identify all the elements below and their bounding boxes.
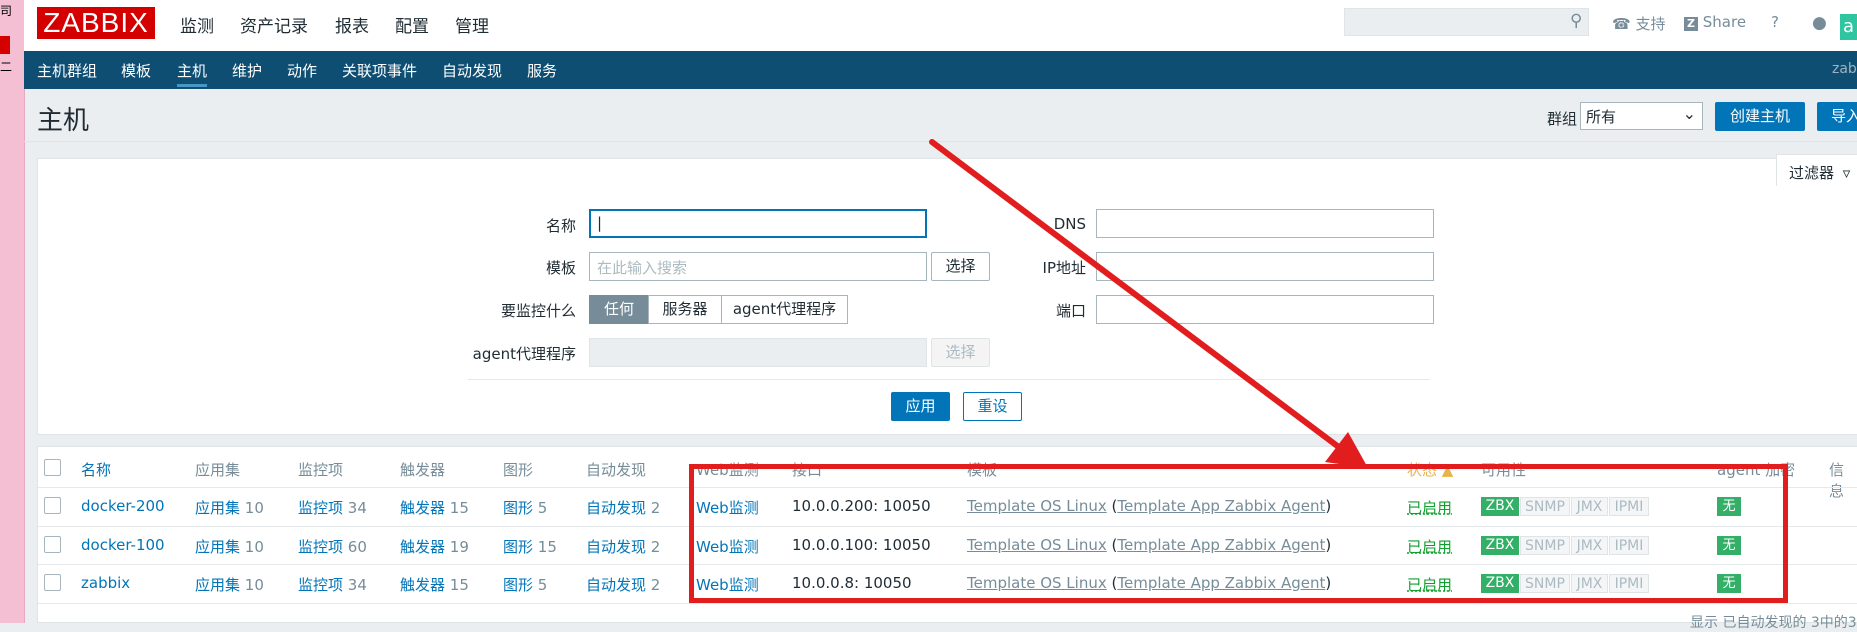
annotation-arrow (929, 139, 1368, 468)
